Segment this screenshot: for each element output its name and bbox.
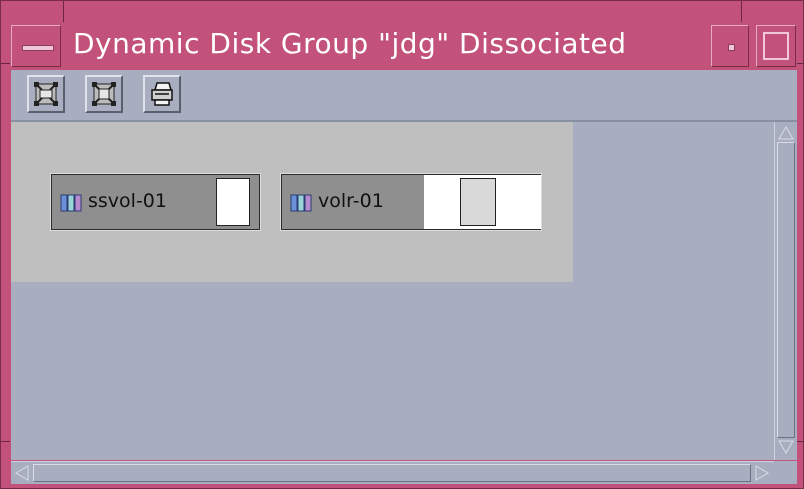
subdisk-extent	[216, 178, 250, 226]
horizontal-scrollbar[interactable]	[11, 461, 774, 484]
subdisk-volr-01[interactable]: volr-01	[280, 173, 542, 231]
disk-group-view[interactable]: ssvol-01 volr-01	[11, 122, 774, 460]
window-title: Dynamic Disk Group "jdg" Dissociated	[73, 27, 627, 60]
horizontal-scroll-track[interactable]	[33, 464, 751, 482]
resize-notch	[741, 1, 742, 22]
maximize-icon	[763, 32, 789, 60]
subdisk-icon	[290, 194, 312, 212]
print-button[interactable]	[143, 75, 181, 113]
resize-notch	[1, 63, 10, 64]
vertical-scroll-track[interactable]	[777, 142, 795, 438]
subdisk-label: volr-01	[318, 190, 384, 212]
resize-notch	[1, 441, 10, 442]
title-bar[interactable]: Dynamic Disk Group "jdg" Dissociated	[11, 23, 797, 69]
scrollbar-corner	[774, 461, 797, 484]
subdisk-extent-selected	[460, 178, 496, 226]
scroll-left-icon[interactable]	[15, 465, 29, 481]
collapse-disk-icon	[92, 82, 116, 106]
resize-notch	[797, 441, 804, 442]
disk-canvas: ssvol-01 volr-01	[11, 122, 573, 282]
subdisk-ssvol-01[interactable]: ssvol-01	[50, 173, 261, 231]
collapse-disk-button[interactable]	[85, 75, 123, 113]
expand-disk-button[interactable]	[27, 75, 65, 113]
window-frame[interactable]: Dynamic Disk Group "jdg" Dissociated ssv…	[0, 0, 804, 489]
resize-notch	[63, 1, 64, 22]
scroll-right-icon[interactable]	[755, 465, 769, 481]
subdisk-label: ssvol-01	[88, 190, 167, 212]
resize-notch	[797, 63, 804, 64]
scroll-down-icon[interactable]	[778, 440, 794, 454]
window-menu-icon	[22, 45, 54, 51]
maximize-button[interactable]	[756, 25, 796, 67]
toolbar	[11, 70, 797, 122]
printer-icon	[151, 82, 173, 106]
scroll-up-icon[interactable]	[778, 126, 794, 140]
minimize-button[interactable]	[711, 25, 749, 67]
expand-disk-icon	[34, 82, 58, 106]
subdisk-icon	[60, 194, 82, 212]
window-menu-button[interactable]	[11, 25, 61, 67]
vertical-scrollbar[interactable]	[774, 122, 797, 460]
minimize-icon	[728, 44, 735, 51]
